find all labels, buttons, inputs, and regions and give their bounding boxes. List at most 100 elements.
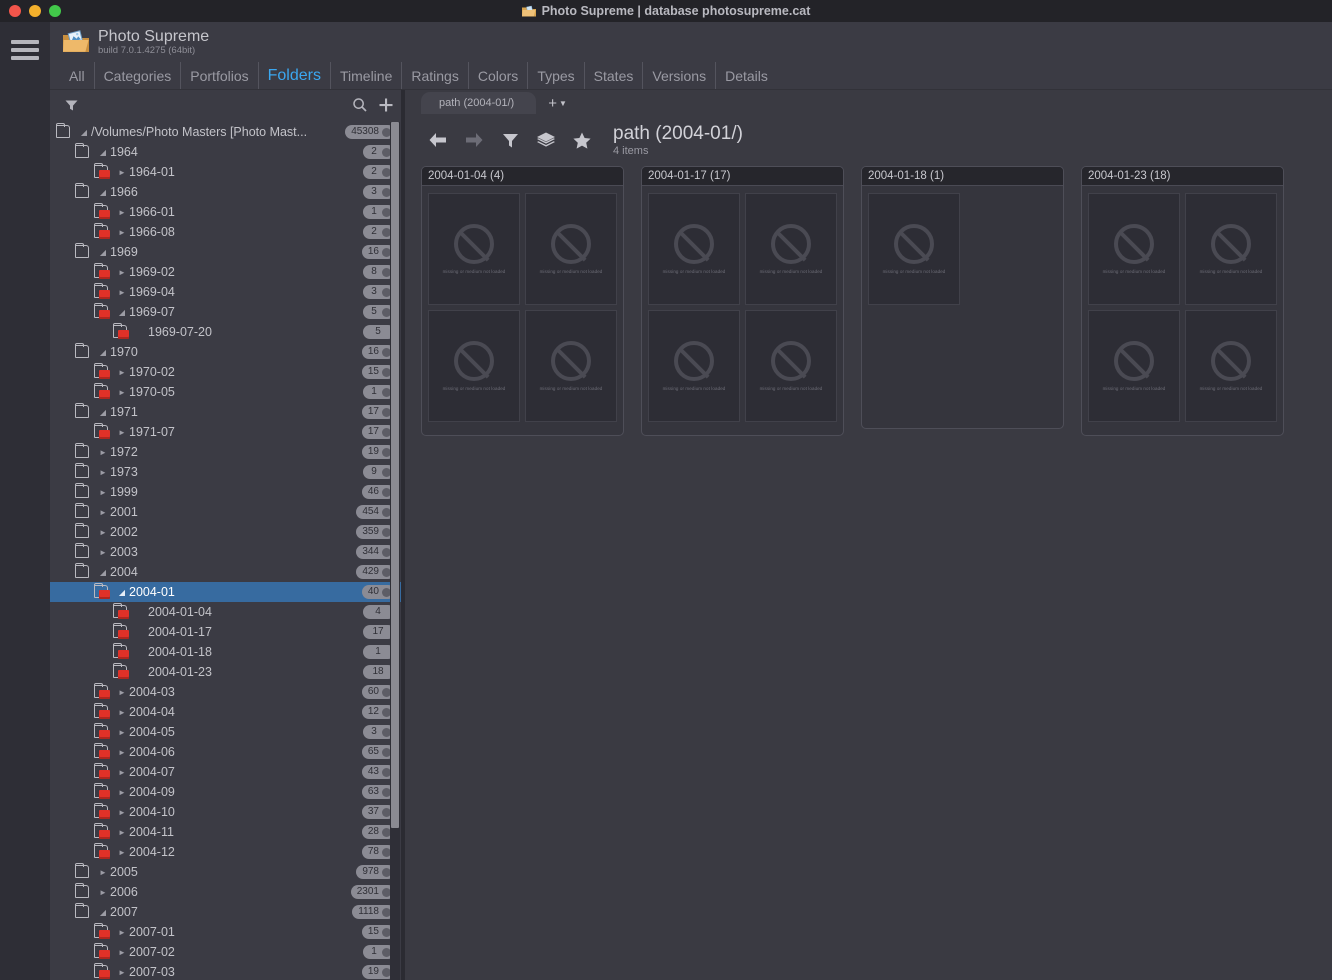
tab-versions[interactable]: Versions	[643, 62, 717, 89]
expand-triangle-icon[interactable]: ►	[115, 928, 129, 937]
close-button[interactable]	[9, 5, 21, 17]
expand-triangle-icon[interactable]: ►	[115, 428, 129, 437]
tree-row[interactable]: ► 1964-01 2	[50, 162, 405, 182]
tab-types[interactable]: Types	[528, 62, 585, 89]
tree-row[interactable]: 2004-01-17 17	[50, 622, 405, 642]
tree-row[interactable]: ◢ 1970 16	[50, 342, 405, 362]
thumbnail-group[interactable]: 2004-01-23 (18) missing or medium not loa…	[1081, 166, 1284, 436]
expand-triangle-icon[interactable]: ►	[96, 528, 110, 537]
tree-row[interactable]: ► 2004-06 65	[50, 742, 405, 762]
tab-states[interactable]: States	[585, 62, 644, 89]
tree-row[interactable]: ◢/Volumes/Photo Masters [Photo Mast... 45…	[50, 122, 405, 142]
collapse-triangle-icon[interactable]: ◢	[96, 408, 110, 417]
thumbnail-item[interactable]: missing or medium not loaded	[648, 193, 740, 305]
layers-icon[interactable]	[529, 125, 563, 155]
tree-row[interactable]: ► 1970-05 1	[50, 382, 405, 402]
tree-row[interactable]: 2004-01-18 1	[50, 642, 405, 662]
tree-row[interactable]: ◢ 1966 3	[50, 182, 405, 202]
collapse-triangle-icon[interactable]: ◢	[115, 588, 129, 597]
tree-row[interactable]: ► 2006 2301	[50, 882, 405, 902]
filter-icon[interactable]	[58, 93, 84, 117]
expand-triangle-icon[interactable]: ►	[96, 508, 110, 517]
tree-row[interactable]: ► 2004-03 60	[50, 682, 405, 702]
tab-folders[interactable]: Folders	[259, 62, 331, 89]
expand-triangle-icon[interactable]: ►	[115, 948, 129, 957]
expand-triangle-icon[interactable]: ►	[115, 788, 129, 797]
add-document-tab-button[interactable]: + ▼	[536, 92, 579, 114]
tree-row[interactable]: ► 2004-11 28	[50, 822, 405, 842]
expand-triangle-icon[interactable]: ►	[115, 768, 129, 777]
tree-row[interactable]: ► 2001 454	[50, 502, 405, 522]
thumbnail-item[interactable]: missing or medium not loaded	[648, 310, 740, 422]
expand-triangle-icon[interactable]: ►	[96, 488, 110, 497]
collapse-triangle-icon[interactable]: ◢	[96, 148, 110, 157]
collapse-triangle-icon[interactable]: ◢	[115, 308, 129, 317]
thumbnail-item[interactable]: missing or medium not loaded	[428, 193, 520, 305]
collapse-triangle-icon[interactable]: ◢	[96, 568, 110, 577]
thumbnail-item[interactable]: missing or medium not loaded	[745, 193, 837, 305]
tree-row[interactable]: ► 2004-05 3	[50, 722, 405, 742]
zoom-button[interactable]	[49, 5, 61, 17]
tree-row[interactable]: 1969-07-20 5	[50, 322, 405, 342]
expand-triangle-icon[interactable]: ►	[96, 448, 110, 457]
expand-triangle-icon[interactable]: ►	[115, 808, 129, 817]
tree-row[interactable]: ◢ 2004 429	[50, 562, 405, 582]
tree-row[interactable]: ► 2007-02 1	[50, 942, 405, 962]
expand-triangle-icon[interactable]: ►	[96, 868, 110, 877]
thumbnail-item[interactable]: missing or medium not loaded	[525, 310, 617, 422]
collapse-triangle-icon[interactable]: ◢	[96, 188, 110, 197]
tree-row[interactable]: ► 1973 9	[50, 462, 405, 482]
document-tab[interactable]: path (2004-01/)	[421, 92, 537, 114]
tree-row[interactable]: ► 1971-07 17	[50, 422, 405, 442]
tree-row[interactable]: ► 2004-09 63	[50, 782, 405, 802]
thumbnail-group[interactable]: 2004-01-17 (17) missing or medium not loa…	[641, 166, 844, 436]
expand-triangle-icon[interactable]: ►	[115, 228, 129, 237]
tree-row[interactable]: ◢ 1969 16	[50, 242, 405, 262]
collapse-triangle-icon[interactable]: ◢	[96, 248, 110, 257]
expand-triangle-icon[interactable]: ►	[115, 288, 129, 297]
star-icon[interactable]	[565, 125, 599, 155]
expand-triangle-icon[interactable]: ►	[115, 208, 129, 217]
thumbnail-item[interactable]: missing or medium not loaded	[868, 193, 960, 305]
expand-triangle-icon[interactable]: ►	[115, 688, 129, 697]
expand-triangle-icon[interactable]: ►	[115, 268, 129, 277]
collapse-triangle-icon[interactable]: ◢	[96, 908, 110, 917]
tree-row[interactable]: ► 1969-04 3	[50, 282, 405, 302]
expand-triangle-icon[interactable]: ►	[96, 888, 110, 897]
filter-icon[interactable]	[493, 125, 527, 155]
add-icon[interactable]	[373, 93, 399, 117]
collapse-triangle-icon[interactable]: ◢	[77, 128, 91, 137]
tree-row[interactable]: ► 2004-04 12	[50, 702, 405, 722]
tree-row[interactable]: ► 2003 344	[50, 542, 405, 562]
tree-row[interactable]: ► 2004-07 43	[50, 762, 405, 782]
thumbnail-item[interactable]: missing or medium not loaded	[1185, 310, 1277, 422]
thumbnail-item[interactable]: missing or medium not loaded	[1088, 193, 1180, 305]
thumbnail-item[interactable]: missing or medium not loaded	[1185, 193, 1277, 305]
tree-row[interactable]: ► 2004-12 78	[50, 842, 405, 862]
tree-row[interactable]: ► 2002 359	[50, 522, 405, 542]
folder-tree[interactable]: ◢/Volumes/Photo Masters [Photo Mast... 45…	[50, 120, 405, 980]
expand-triangle-icon[interactable]: ►	[115, 368, 129, 377]
tree-row[interactable]: ◢ 2007 1118	[50, 902, 405, 922]
expand-triangle-icon[interactable]: ►	[115, 728, 129, 737]
tree-row[interactable]: ► 2004-10 37	[50, 802, 405, 822]
tree-row[interactable]: 2004-01-23 18	[50, 662, 405, 682]
forward-icon[interactable]	[457, 125, 491, 155]
thumbnail-item[interactable]: missing or medium not loaded	[525, 193, 617, 305]
tree-row[interactable]: ► 2005 978	[50, 862, 405, 882]
thumbnail-item[interactable]: missing or medium not loaded	[428, 310, 520, 422]
tab-all[interactable]: All	[60, 62, 95, 89]
minimize-button[interactable]	[29, 5, 41, 17]
tree-row[interactable]: ► 2007-01 15	[50, 922, 405, 942]
tree-row[interactable]: ► 1972 19	[50, 442, 405, 462]
expand-triangle-icon[interactable]: ►	[96, 548, 110, 557]
expand-triangle-icon[interactable]: ►	[115, 848, 129, 857]
tree-row[interactable]: ◢ 1969-07 5	[50, 302, 405, 322]
tree-row[interactable]: ► 1999 46	[50, 482, 405, 502]
thumbnail-group[interactable]: 2004-01-04 (4) missing or medium not load…	[421, 166, 624, 436]
back-icon[interactable]	[421, 125, 455, 155]
collapse-triangle-icon[interactable]: ◢	[96, 348, 110, 357]
expand-triangle-icon[interactable]: ►	[115, 828, 129, 837]
sidebar-scrollbar-thumb[interactable]	[391, 122, 399, 828]
tree-row[interactable]: ► 1970-02 15	[50, 362, 405, 382]
